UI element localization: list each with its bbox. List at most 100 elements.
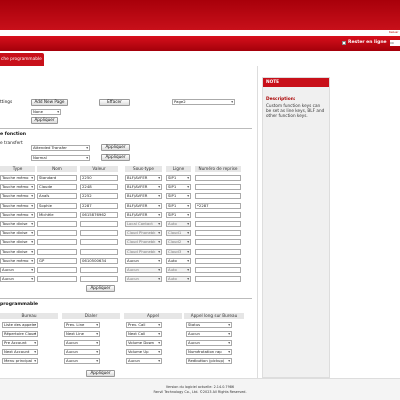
programmable-key-select[interactable]: Volume Down [126,340,162,346]
table-cell-line[interactable]: SIP1 [166,184,191,191]
table-cell-value[interactable] [80,239,118,246]
function-keys-apply-button[interactable]: Appliquer [86,285,115,292]
table-cell-type[interactable]: Aucun [0,267,35,273]
table-cell-name[interactable]: Anaïs [37,193,77,200]
stay-online-field[interactable]: 00 [390,40,400,46]
table-cell-pickup[interactable] [195,230,241,237]
table-cell-subtype[interactable]: Aucun [125,257,162,264]
table-cell-pickup[interactable] [195,193,241,200]
table-cell-value[interactable]: 0610500634 [80,257,118,264]
table-cell-type[interactable]: Touche divise [0,221,35,227]
stay-online-toggle[interactable]: Rester en ligne [342,40,387,45]
programmable-apply-button[interactable]: Appliquer [86,370,115,377]
key-mode-apply-button[interactable]: Appliquer [101,154,130,161]
tab-programmable-keys[interactable]: che programmable [0,53,44,67]
programmable-key-select[interactable]: Next Account [2,349,38,355]
programmable-key-select[interactable]: Menu principal [2,358,38,364]
programmable-key-select[interactable]: Aucun [126,358,162,364]
table-cell-type[interactable]: Touche divise [0,239,35,246]
programmable-key-select[interactable]: Numérotation rap [186,349,232,355]
key-mode-select[interactable]: Normal [31,155,90,161]
table-cell-name[interactable] [37,276,77,283]
programmable-key-select[interactable]: Liste des appels [2,322,38,328]
table-cell-pickup[interactable] [195,175,241,181]
table-cell-name[interactable] [37,248,77,255]
table-cell-value[interactable] [80,230,118,237]
transfer-mode-select[interactable]: Attended Transfer [31,145,90,151]
table-cell-subtype[interactable]: Aucun [125,276,162,283]
page-mode-select[interactable]: None [31,109,61,115]
table-cell-name[interactable]: Michèle [37,211,77,218]
table-cell-type[interactable]: Aucun [0,276,35,283]
programmable-key-select[interactable]: Répertoire Cloud [2,331,38,337]
table-cell-subtype[interactable]: BLF/AVFER [125,184,162,191]
table-cell-pickup[interactable] [195,257,241,264]
stay-online-checkbox[interactable] [342,40,346,45]
table-cell-name[interactable] [37,239,77,246]
table-cell-type[interactable]: Touche mémo [0,257,35,264]
programmable-key-select[interactable]: Aucun [64,349,100,355]
table-cell-value[interactable] [80,248,118,255]
table-cell-subtype[interactable]: Cloud Phonebk [125,248,162,255]
logout-button[interactable]: Keluar [388,30,400,34]
table-cell-name[interactable] [37,221,77,227]
page-select[interactable]: Page2 [172,99,235,105]
table-cell-type[interactable]: Touche mémo [0,211,35,218]
table-cell-pickup[interactable] [195,239,241,246]
table-cell-type[interactable]: Touche divise [0,230,35,237]
programmable-key-select[interactable]: Prev. Line [64,322,100,328]
table-cell-subtype[interactable]: Aucun [125,267,162,273]
table-cell-line[interactable]: Auto [166,276,191,283]
programmable-key-select[interactable]: Aucun [186,331,232,337]
table-cell-name[interactable]: Standard [37,175,77,181]
table-cell-subtype[interactable]: Local Contact [125,221,162,227]
table-cell-line[interactable]: Auto [166,267,191,273]
table-cell-line[interactable]: SIP1 [166,211,191,218]
transfer-apply-button[interactable]: Appliquer [101,144,130,151]
table-cell-type[interactable]: Touche mémo [0,193,35,200]
table-cell-value[interactable]: 2248 [80,184,118,191]
table-cell-subtype[interactable]: BLF/AVFER [125,202,162,209]
table-cell-value[interactable]: 2287 [80,202,118,209]
table-cell-name[interactable]: GP [37,257,77,264]
table-cell-value[interactable] [80,221,118,227]
table-cell-value[interactable]: 2250 [80,175,118,181]
table-cell-name[interactable] [37,267,77,273]
programmable-key-select[interactable]: Volume Up [126,349,162,355]
programmable-key-select[interactable]: Status [186,322,232,328]
table-cell-subtype[interactable]: BLF/AVFER [125,211,162,218]
programmable-key-select[interactable]: Prev. Call [126,322,162,328]
table-cell-pickup[interactable] [195,276,241,283]
table-cell-pickup[interactable]: *2287 [195,202,241,209]
table-cell-name[interactable]: Claude [37,184,77,191]
clear-button[interactable]: Effacer [99,99,130,106]
table-cell-pickup[interactable] [195,211,241,218]
table-cell-value[interactable] [80,267,118,273]
table-cell-type[interactable]: Touche mémo [0,184,35,191]
table-cell-type[interactable]: Touche mémo [0,202,35,209]
programmable-key-select[interactable]: Aucun [64,358,100,364]
table-cell-name[interactable]: Sophie [37,202,77,209]
table-cell-value[interactable]: 0615876962 [80,211,118,218]
table-cell-line[interactable]: Cloud3 [166,248,191,255]
table-cell-value[interactable]: 2252 [80,193,118,200]
table-cell-subtype[interactable]: Cloud Phonebk [125,239,162,246]
table-cell-type[interactable]: Touche mémo [0,175,35,181]
table-cell-subtype[interactable]: Cloud Phonebk [125,230,162,237]
table-cell-pickup[interactable] [195,248,241,255]
table-cell-line[interactable]: SIP1 [166,193,191,200]
add-new-page-button[interactable]: Add New Page [31,99,68,106]
table-cell-pickup[interactable] [195,184,241,191]
table-cell-line[interactable]: Auto [166,221,191,227]
table-cell-line[interactable]: SIP1 [166,175,191,181]
table-cell-type[interactable]: Touche divise [0,248,35,255]
table-cell-pickup[interactable] [195,221,241,227]
programmable-key-select[interactable]: Redbutton (pickup) [186,358,232,364]
table-cell-value[interactable] [80,276,118,283]
programmable-key-select[interactable]: Next Call [126,331,162,337]
table-cell-line[interactable]: SIP1 [166,202,191,209]
table-cell-subtype[interactable]: BLF/AVFER [125,175,162,181]
table-cell-line[interactable]: Auto [166,257,191,264]
table-cell-subtype[interactable]: BLF/AVFER [125,193,162,200]
programmable-key-select[interactable]: Next Line [64,331,100,337]
